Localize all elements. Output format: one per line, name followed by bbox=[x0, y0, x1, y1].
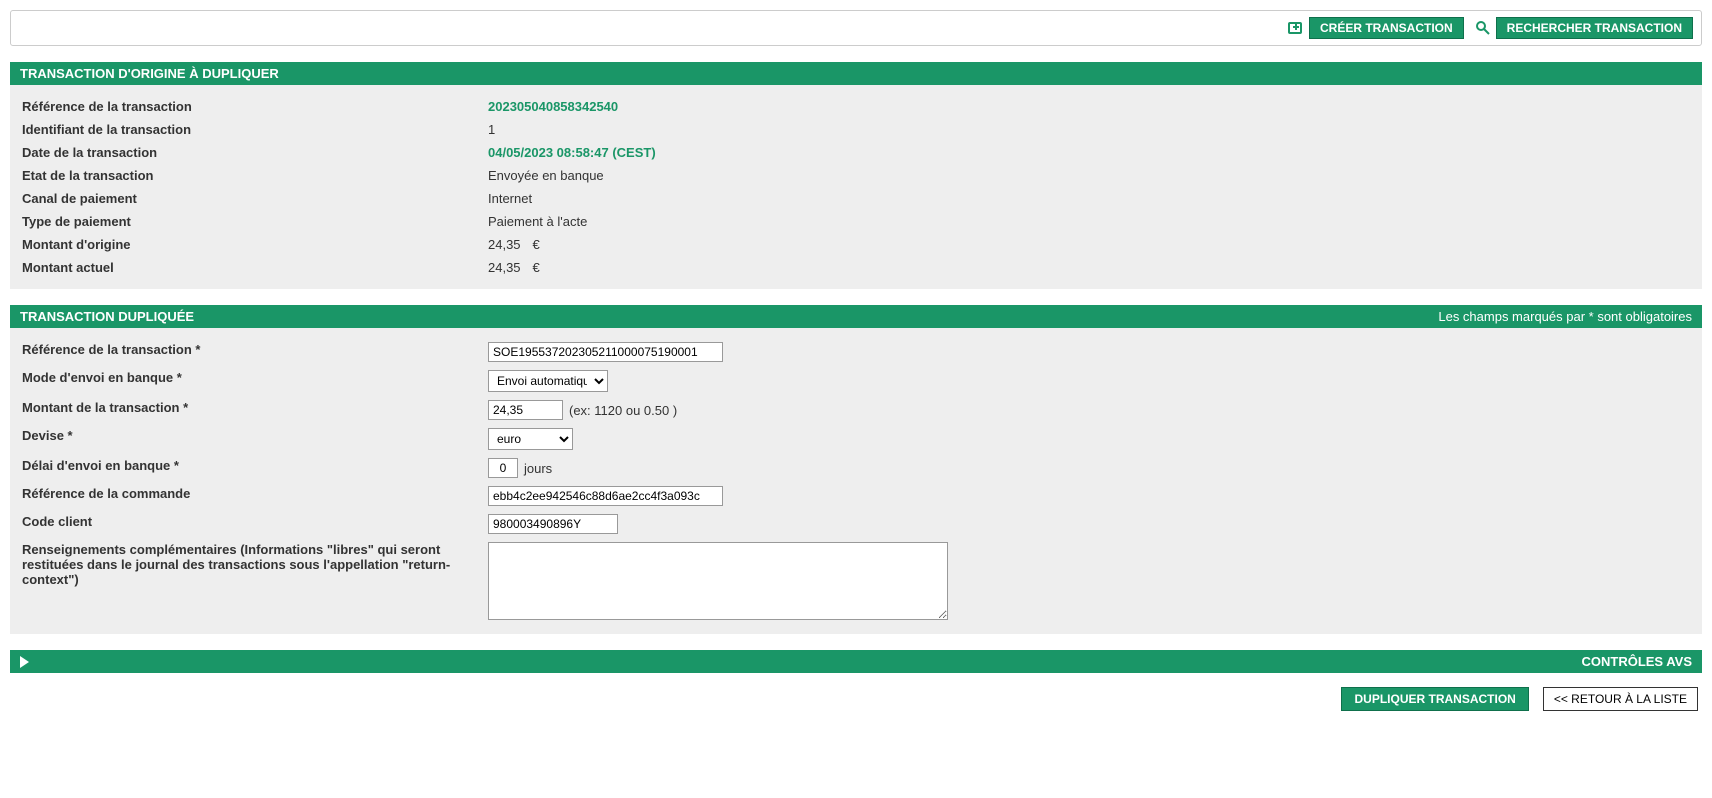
dup-section-title: TRANSACTION DUPLIQUÉE bbox=[20, 309, 194, 324]
dup-delay-input[interactable] bbox=[488, 458, 518, 478]
expand-icon bbox=[20, 656, 29, 668]
dup-mode-label: Mode d'envoi en banque * bbox=[18, 370, 488, 385]
origin-id-value: 1 bbox=[488, 122, 495, 137]
dup-amount-input[interactable] bbox=[488, 400, 563, 420]
dup-amount-label: Montant de la transaction * bbox=[18, 400, 488, 415]
duplicated-transaction-section: TRANSACTION DUPLIQUÉE Les champs marqués… bbox=[10, 305, 1702, 634]
dup-mode-select[interactable]: Envoi automatique bbox=[488, 370, 608, 392]
origin-section-title: TRANSACTION D'ORIGINE À DUPLIQUER bbox=[20, 66, 279, 81]
origin-orig-amount-currency: € bbox=[533, 237, 540, 252]
create-transaction-label: CRÉER TRANSACTION bbox=[1309, 17, 1464, 39]
origin-id-label: Identifiant de la transaction bbox=[18, 122, 488, 137]
origin-section-header: TRANSACTION D'ORIGINE À DUPLIQUER bbox=[10, 62, 1702, 85]
origin-section-body: Référence de la transaction 202305040858… bbox=[10, 85, 1702, 289]
footer-actions: DUPLIQUER TRANSACTION << RETOUR À LA LIS… bbox=[10, 681, 1702, 711]
origin-type-value: Paiement à l'acte bbox=[488, 214, 587, 229]
avs-section-title: CONTRÔLES AVS bbox=[1581, 654, 1692, 669]
origin-orig-amount-value: 24,35 bbox=[488, 237, 521, 252]
avs-section-header[interactable]: CONTRÔLES AVS bbox=[10, 650, 1702, 673]
dup-extra-label: Renseignements complémentaires (Informat… bbox=[18, 542, 488, 587]
origin-channel-value: Internet bbox=[488, 191, 532, 206]
dup-delay-label: Délai d'envoi en banque * bbox=[18, 458, 488, 473]
origin-type-label: Type de paiement bbox=[18, 214, 488, 229]
back-to-list-button[interactable]: << RETOUR À LA LISTE bbox=[1543, 687, 1698, 711]
dup-currency-label: Devise * bbox=[18, 428, 488, 443]
dup-client-code-input[interactable] bbox=[488, 514, 618, 534]
dup-ref-input[interactable] bbox=[488, 342, 723, 362]
dup-delay-unit: jours bbox=[524, 461, 552, 476]
origin-ref-label: Référence de la transaction bbox=[18, 99, 488, 114]
search-icon bbox=[1474, 19, 1492, 37]
origin-curr-amount-value: 24,35 bbox=[488, 260, 521, 275]
dup-currency-select[interactable]: euro bbox=[488, 428, 573, 450]
dup-order-ref-label: Référence de la commande bbox=[18, 486, 488, 501]
dup-extra-textarea[interactable] bbox=[488, 542, 948, 620]
origin-state-value: Envoyée en banque bbox=[488, 168, 604, 183]
origin-curr-amount-currency: € bbox=[533, 260, 540, 275]
origin-ref-value: 202305040858342540 bbox=[488, 99, 618, 114]
dup-order-ref-input[interactable] bbox=[488, 486, 723, 506]
origin-date-value: 04/05/2023 08:58:47 (CEST) bbox=[488, 145, 656, 160]
origin-orig-amount-label: Montant d'origine bbox=[18, 237, 488, 252]
origin-curr-amount-label: Montant actuel bbox=[18, 260, 488, 275]
search-transaction-label: RECHERCHER TRANSACTION bbox=[1496, 17, 1693, 39]
dup-section-header: TRANSACTION DUPLIQUÉE Les champs marqués… bbox=[10, 305, 1702, 328]
dup-ref-label: Référence de la transaction * bbox=[18, 342, 488, 357]
avs-section: CONTRÔLES AVS bbox=[10, 650, 1702, 673]
duplicate-transaction-button[interactable]: DUPLIQUER TRANSACTION bbox=[1341, 687, 1528, 711]
search-transaction-button[interactable]: RECHERCHER TRANSACTION bbox=[1474, 17, 1693, 39]
origin-transaction-section: TRANSACTION D'ORIGINE À DUPLIQUER Référe… bbox=[10, 62, 1702, 289]
top-toolbar: CRÉER TRANSACTION RECHERCHER TRANSACTION bbox=[10, 10, 1702, 46]
origin-channel-label: Canal de paiement bbox=[18, 191, 488, 206]
dup-section-body: Référence de la transaction * Mode d'env… bbox=[10, 328, 1702, 634]
dup-amount-hint: (ex: 1120 ou 0.50 ) bbox=[569, 403, 677, 418]
dup-client-code-label: Code client bbox=[18, 514, 488, 529]
create-transaction-button[interactable]: CRÉER TRANSACTION bbox=[1287, 17, 1464, 39]
create-transaction-icon bbox=[1287, 19, 1305, 37]
dup-required-note: Les champs marqués par * sont obligatoir… bbox=[1438, 309, 1692, 324]
origin-state-label: Etat de la transaction bbox=[18, 168, 488, 183]
origin-date-label: Date de la transaction bbox=[18, 145, 488, 160]
